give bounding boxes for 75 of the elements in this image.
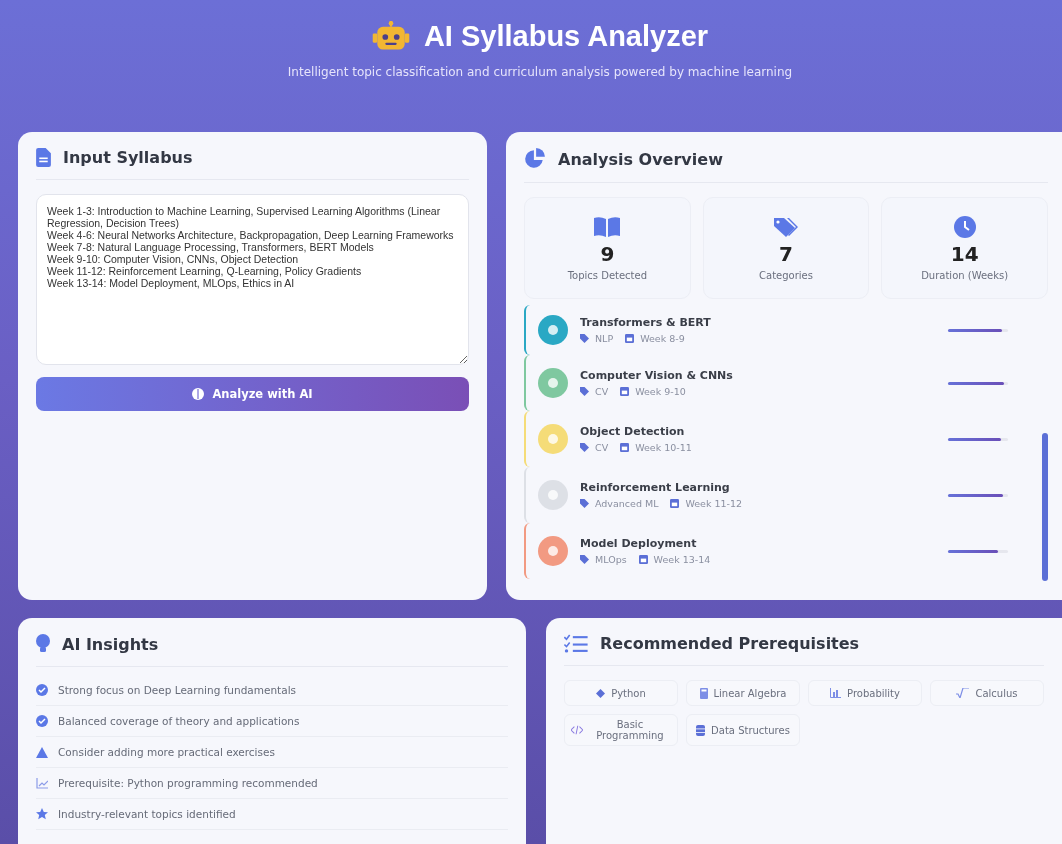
- calculator-icon: [699, 687, 708, 699]
- check-circle-icon: [36, 715, 48, 727]
- prerequisite-chip[interactable]: Python: [564, 680, 678, 706]
- topic-category: CV: [595, 386, 609, 397]
- insight-text: Balanced coverage of theory and applications: [58, 715, 300, 727]
- insight-text: Industry-relevant topics identified: [58, 808, 236, 820]
- insight-text: Strong focus on Deep Learning fundamentals: [58, 684, 297, 696]
- topic-item[interactable]: Model Deployment MLOps Week 13-14: [524, 523, 1028, 579]
- insight-text: Prerequisite: Python programming recommended: [58, 777, 318, 789]
- prerequisite-chip[interactable]: Linear Algebra: [686, 680, 800, 706]
- check-circle-icon: [36, 684, 48, 696]
- topic-category: MLOps: [595, 554, 627, 565]
- tag-icon: [580, 334, 589, 343]
- topic-item[interactable]: Object Detection CV Week 10-11: [524, 411, 1028, 467]
- topic-week: Week 13-14: [653, 554, 711, 565]
- card-title: Recommended Prerequisites: [600, 634, 860, 653]
- card-title: AI Insights: [62, 634, 159, 654]
- stat-value: 14: [950, 241, 979, 266]
- calendar-icon: [638, 555, 648, 564]
- stat-label: Topics Detected: [567, 269, 648, 281]
- analyze-button[interactable]: Analyze with AI: [36, 377, 469, 411]
- prerequisite-chip[interactable]: Calculus: [930, 680, 1044, 706]
- syllabus-text-area[interactable]: Week 1-3: Introduction to Machine Learning, Supervised Learning Algorithms (Linear Regression, Decision Trees) Week 4-6: Neural Networks Architecture, Backpropagation, Deep Learning Frameworks Week 7-8: Natural Language Processing, Transformers, BERT Models Week 9-10: Computer Vision, CNNs, Object Detection Week 11-12: Reinforcement Learning, Q-Learning, Policy Gradients Week 13-14: Model Deployment, MLOps, Ethics in AI: [36, 194, 469, 365]
- topic-name: Object Detection: [580, 425, 686, 438]
- stat-value: 7: [779, 241, 793, 266]
- topic-category: NLP: [595, 333, 614, 344]
- star-icon: [36, 808, 48, 820]
- topic-week: Week 9-10: [635, 386, 686, 397]
- tag-icon: [580, 555, 589, 564]
- insight-text: Consider adding more practical exercises: [58, 746, 275, 758]
- bar-chart-icon: [830, 688, 842, 698]
- card-title: Analysis Overview: [558, 149, 723, 169]
- stat-value: 9: [600, 241, 615, 266]
- topic-week: Week 8-9: [640, 333, 685, 344]
- book-icon: [593, 215, 622, 238]
- square-root-icon: [956, 688, 970, 698]
- page-title: AI Syllabus Analyzer: [423, 20, 709, 53]
- card-title: Input Syllabus: [63, 148, 193, 167]
- checklist-icon: [564, 634, 588, 653]
- topic-category: CV: [595, 442, 609, 453]
- document-icon: [36, 148, 51, 167]
- prerequisite-chip[interactable]: Probability: [808, 680, 922, 706]
- calendar-icon: [620, 387, 630, 396]
- clock-icon: [953, 215, 976, 238]
- code-icon: [571, 725, 583, 735]
- calendar-icon: [620, 443, 630, 452]
- prerequisite-chip[interactable]: Data Structures: [686, 714, 800, 746]
- calendar-icon: [670, 499, 680, 508]
- robot-icon: [371, 20, 410, 53]
- prerequisite-chip[interactable]: Basic Programming: [564, 714, 678, 746]
- stat-label: Duration (Weeks): [921, 269, 1009, 281]
- page-subtitle: Intelligent topic classification and curriculum analysis powered by machine learning: [286, 65, 794, 79]
- scrollbar-thumb[interactable]: [1042, 433, 1048, 581]
- topic-name: Transformers & BERT: [580, 316, 712, 329]
- topic-item[interactable]: Reinforcement Learning Advanced ML Week 11-12: [524, 467, 1028, 523]
- calendar-icon: [625, 334, 635, 343]
- topic-category: Advanced ML: [595, 498, 659, 509]
- tag-icon: [580, 499, 589, 508]
- topic-week: Week 10-11: [635, 442, 692, 453]
- topic-item[interactable]: Transformers & BERT NLP Week 8-9: [524, 305, 1028, 355]
- lightbulb-icon: [36, 634, 50, 654]
- topic-name: Model Deployment: [580, 537, 698, 550]
- topic-item[interactable]: Computer Vision & CNNs CV Week 9-10: [524, 355, 1028, 411]
- tag-icon: [580, 387, 589, 396]
- tag-icon: [580, 443, 589, 452]
- pie-chart-icon: [524, 148, 546, 170]
- tags-icon: [773, 215, 799, 238]
- topic-name: Computer Vision & CNNs: [580, 369, 734, 382]
- stat-label: Categories: [759, 269, 813, 281]
- database-icon: [696, 724, 706, 736]
- topic-name: Reinforcement Learning: [580, 481, 731, 494]
- topic-week: Week 11-12: [685, 498, 743, 509]
- diamond-icon: [596, 688, 606, 698]
- warning-icon: [36, 746, 48, 758]
- line-chart-icon: [36, 777, 48, 789]
